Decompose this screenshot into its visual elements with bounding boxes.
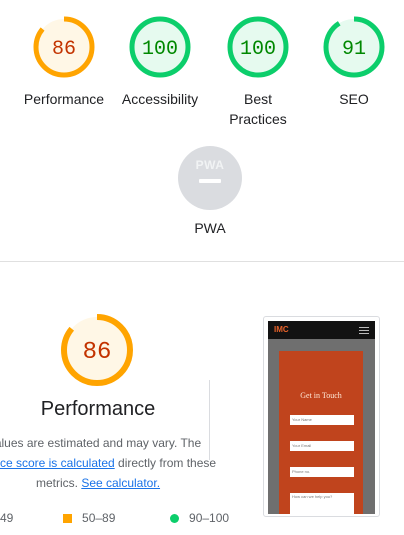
desc-line-3: metrics. — [35, 476, 82, 490]
gauge-accessibility-score: 100 — [142, 38, 178, 61]
desc-line-1: alues are estimated and may vary. The — [0, 436, 202, 450]
gauge-seo-label: SEO — [339, 91, 369, 107]
final-screenshot-thumbnail[interactable]: IMC Get in Touch Your Name Your Email Ph… — [263, 316, 380, 517]
pwa-badge-icon: PWA — [178, 146, 242, 210]
screenshot-field-email: Your Email — [290, 441, 354, 451]
pass-circle-icon — [170, 514, 179, 524]
legend-average-label: 50–89 — [82, 511, 116, 525]
performance-title: Performance — [40, 398, 156, 420]
see-calculator-link[interactable]: See calculator. — [81, 476, 160, 490]
screenshot-field-phone: Phone no. — [290, 467, 354, 477]
performance-score: 86 — [83, 339, 112, 366]
gauge-best-practices-score: 100 — [240, 38, 276, 61]
legend-average: 50–89 — [63, 511, 115, 525]
screenshot-field-name: Your Name — [290, 415, 354, 425]
gauge-best-practices-ring: 100 — [227, 16, 289, 78]
pwa-badge-text: PWA — [195, 158, 225, 172]
gauge-performance-label: Performance — [23, 91, 105, 107]
hamburger-menu-icon — [359, 327, 369, 336]
gauge-performance-ring: 86 — [33, 16, 95, 78]
screenshot-field-message: How can we help you? — [290, 493, 354, 514]
gauge-seo-score: 91 — [342, 38, 366, 61]
screenshot-form-title: Get in Touch — [300, 391, 342, 400]
performance-description: alues are estimated and may vary. The na… — [0, 433, 236, 493]
screenshot-logo: IMC — [274, 325, 289, 334]
screenshot-navbar: IMC — [268, 321, 375, 339]
gauge-best-practices-label: Best Practices — [229, 91, 287, 127]
section-divider — [0, 261, 404, 262]
pwa-dash-icon — [199, 179, 221, 183]
screenshot-image: IMC Get in Touch Your Name Your Email Ph… — [268, 321, 375, 514]
performance-gauge: 86 — [61, 314, 133, 386]
gauge-performance[interactable]: 86 Performance — [16, 15, 112, 109]
average-square-icon — [63, 514, 72, 524]
gauge-accessibility[interactable]: 100 Accessibility — [112, 15, 208, 109]
gauge-accessibility-ring: 100 — [129, 16, 191, 78]
gauge-seo[interactable]: 91 SEO — [306, 15, 402, 109]
screenshot-contact-form: Get in Touch Your Name Your Email Phone … — [279, 351, 363, 514]
legend-pass-label: 90–100 — [189, 511, 230, 525]
gauge-best-practices[interactable]: 100 Best Practices — [210, 15, 306, 129]
score-calculated-link[interactable]: nance score is calculated — [0, 456, 115, 470]
gauge-pwa-label: PWA — [194, 220, 226, 236]
legend-pass: 90–100 — [170, 511, 229, 525]
gauge-pwa[interactable]: PWA PWA — [170, 146, 250, 238]
legend-fail-label: 49 — [0, 511, 14, 525]
gauge-seo-ring: 91 — [323, 16, 385, 78]
legend-fail: 49 — [0, 511, 13, 525]
gauge-performance-score: 86 — [52, 38, 76, 61]
desc-line-2: directly from these — [114, 456, 217, 470]
gauge-accessibility-label: Accessibility — [121, 91, 199, 107]
